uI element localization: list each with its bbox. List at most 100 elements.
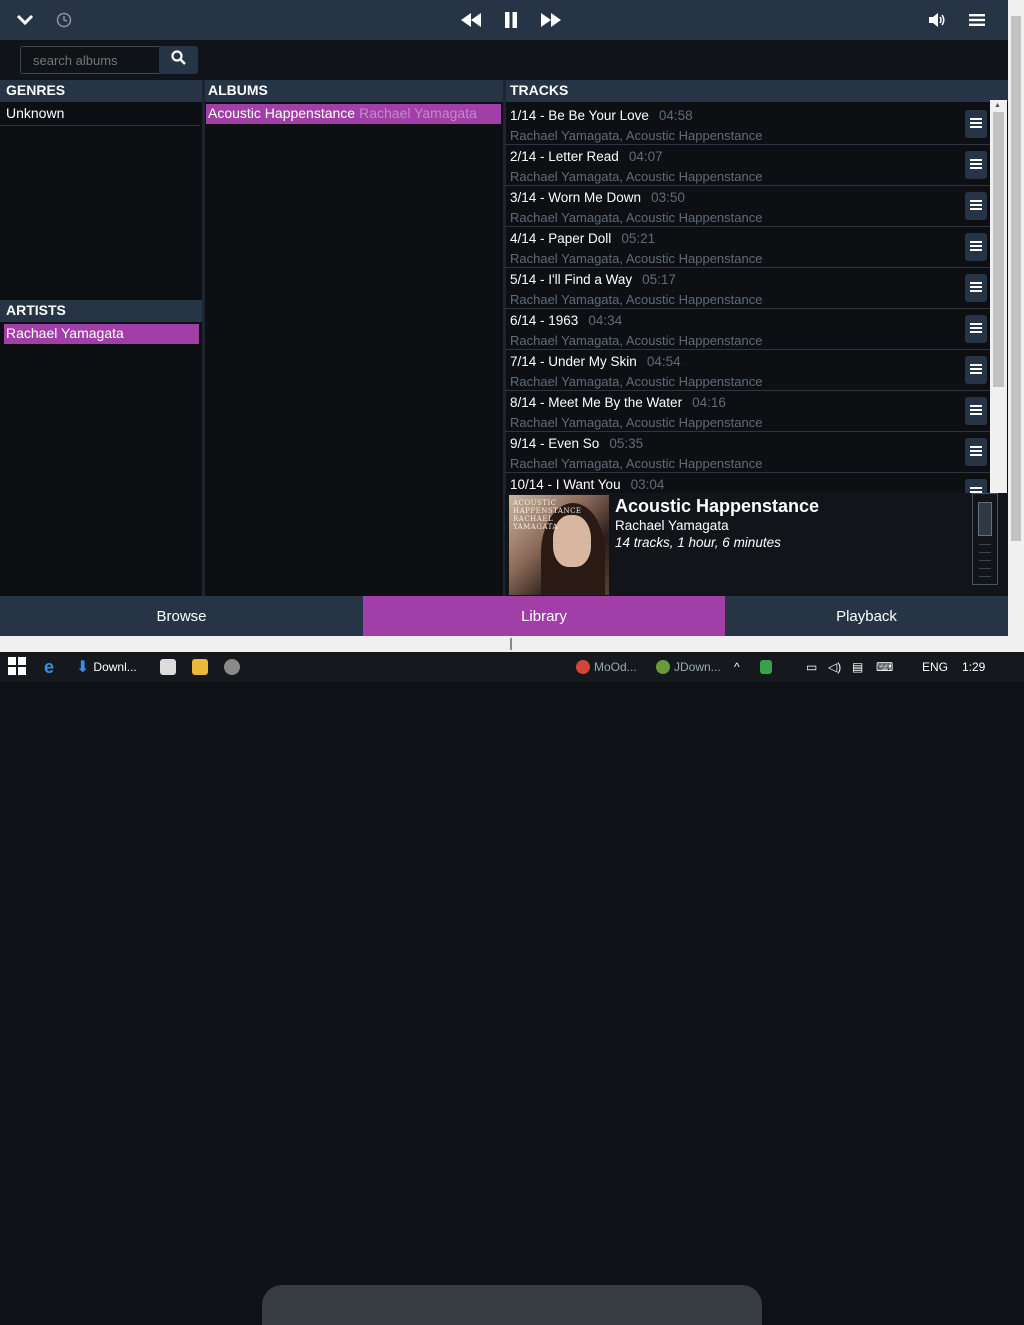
track-row[interactable]: 1/14 - Be Be Your Love 04:58 Rachael Yamag…	[505, 104, 990, 145]
taskbar-chrome-item[interactable]: MoOd...	[576, 652, 637, 682]
track-menu-button[interactable]	[965, 110, 987, 138]
track-subtitle: Rachael Yamagata, Acoustic Happenstance	[510, 169, 763, 184]
track-title: 10/14 - I Want You	[510, 477, 621, 492]
volume-slider-knob[interactable]	[978, 502, 992, 536]
media-icon[interactable]	[192, 652, 208, 682]
track-menu-button[interactable]	[965, 151, 987, 179]
genre-item[interactable]: Unknown	[0, 102, 200, 126]
volume-icon[interactable]	[922, 0, 952, 40]
track-title-line: 10/14 - I Want You 03:04	[510, 477, 664, 492]
language-indicator[interactable]: ENG	[922, 652, 948, 682]
track-title: 6/14 - 1963	[510, 313, 579, 328]
artist-item[interactable]: Rachael Yamagata	[4, 324, 199, 344]
artists-pane: Rachael Yamagata	[0, 322, 202, 596]
track-menu-button[interactable]	[965, 356, 987, 384]
search-input[interactable]	[20, 46, 160, 74]
now-playing-panel: ACOUSTIC HAPPENSTANCE RACHAEL YAMAGATA A…	[505, 493, 1008, 596]
nav-playback[interactable]: Playback	[725, 596, 1008, 636]
speaker-icon[interactable]: ◁)	[828, 652, 841, 682]
track-menu-button[interactable]	[965, 315, 987, 343]
search-button[interactable]	[159, 46, 198, 74]
track-duration: 05:35	[609, 436, 644, 451]
pause-icon[interactable]	[498, 0, 524, 40]
track-row[interactable]: 9/14 - Even So 05:35 Rachael Yamagata, Aco…	[505, 432, 990, 473]
nav-browse[interactable]: Browse	[0, 596, 363, 636]
network-icon[interactable]: ▭	[806, 652, 817, 682]
track-row[interactable]: 10/14 - I Want You 03:04	[505, 473, 990, 493]
page-scrollbar[interactable]	[1008, 0, 1024, 636]
track-menu-button[interactable]	[965, 479, 987, 493]
edge-browser-icon[interactable]: e	[44, 652, 54, 682]
main-menu-icon[interactable]	[962, 0, 992, 40]
chrome-icon	[576, 660, 590, 674]
clock[interactable]: 1:29	[962, 652, 985, 682]
hamburger-icon	[970, 402, 982, 420]
track-title: 5/14 - I'll Find a Way	[510, 272, 633, 287]
album-cover[interactable]: ACOUSTIC HAPPENSTANCE RACHAEL YAMAGATA	[509, 495, 609, 595]
track-row[interactable]: 2/14 - Letter Read 04:07 Rachael Yamagata,…	[505, 145, 990, 186]
hamburger-icon	[970, 484, 982, 493]
history-clock-icon[interactable]	[52, 0, 76, 40]
track-menu-button[interactable]	[965, 274, 987, 302]
page-scroll-thumb[interactable]	[1011, 16, 1021, 541]
track-title: 2/14 - Letter Read	[510, 149, 619, 164]
search-row	[0, 40, 1008, 80]
dock-overlay	[262, 1285, 762, 1325]
now-playing-album: Acoustic Happenstance	[615, 496, 820, 516]
app-icon[interactable]	[224, 652, 240, 682]
next-track-icon[interactable]	[536, 0, 566, 40]
track-row[interactable]: 5/14 - I'll Find a Way 05:17 Rachael Yamag…	[505, 268, 990, 309]
scroll-thumb[interactable]	[993, 112, 1004, 387]
slider-tick	[979, 576, 991, 577]
track-title-line: 3/14 - Worn Me Down 03:50	[510, 190, 685, 205]
track-row[interactable]: 3/14 - Worn Me Down 03:50 Rachael Yamagata…	[505, 186, 990, 227]
nav-library[interactable]: Library	[363, 596, 725, 636]
taskbar-download-item[interactable]: ⬇ Downl...	[76, 652, 137, 682]
album-item[interactable]: Acoustic Happenstance Rachael Yamagata	[206, 104, 501, 124]
volume-slider[interactable]	[972, 493, 998, 585]
track-duration: 04:16	[692, 395, 726, 410]
hamburger-icon	[970, 361, 982, 379]
scroll-up-arrow-icon[interactable]: ▲	[994, 102, 1001, 109]
hamburger-icon	[970, 443, 982, 461]
start-button[interactable]	[8, 652, 26, 682]
keyboard-icon[interactable]: ⌨	[876, 652, 893, 682]
jdownloader-icon	[656, 660, 670, 674]
track-duration: 03:50	[651, 190, 685, 205]
track-row[interactable]: 6/14 - 1963 04:34 Rachael Yamagata, Acoust…	[505, 309, 990, 350]
hamburger-icon	[970, 279, 982, 297]
track-row[interactable]: 7/14 - Under My Skin 04:54 Rachael Yamagat…	[505, 350, 990, 391]
track-menu-button[interactable]	[965, 397, 987, 425]
track-title-line: 9/14 - Even So 05:35	[510, 436, 643, 451]
tray-chevron-icon[interactable]: ^	[734, 652, 740, 682]
taskbar-jdownloader-item[interactable]: JDown...	[656, 652, 721, 682]
genres-pane: Unknown	[0, 102, 202, 300]
track-subtitle: Rachael Yamagata, Acoustic Happenstance	[510, 333, 763, 348]
hamburger-icon	[970, 197, 982, 215]
tracks-scrollbar[interactable]: ▲	[990, 100, 1007, 495]
taskbar-item-label: JDown...	[674, 660, 721, 674]
track-menu-button[interactable]	[965, 233, 987, 261]
hamburger-icon	[970, 115, 982, 133]
track-title: 1/14 - Be Be Your Love	[510, 108, 649, 123]
track-subtitle: Rachael Yamagata, Acoustic Happenstance	[510, 251, 763, 266]
track-subtitle: Rachael Yamagata, Acoustic Happenstance	[510, 415, 763, 430]
slider-tick	[979, 544, 991, 545]
track-title: 3/14 - Worn Me Down	[510, 190, 642, 205]
track-row[interactable]: 4/14 - Paper Doll 05:21 Rachael Yamagata, …	[505, 227, 990, 268]
notification-icon[interactable]: ▤	[852, 652, 863, 682]
previous-track-icon[interactable]	[456, 0, 486, 40]
store-icon[interactable]	[160, 652, 176, 682]
track-duration: 04:34	[588, 313, 623, 328]
tray-app-icon[interactable]	[760, 652, 772, 682]
track-row[interactable]: 8/14 - Meet Me By the Water 04:16 Rachael …	[505, 391, 990, 432]
cover-text: ACOUSTIC HAPPENSTANCE RACHAEL YAMAGATA	[513, 499, 582, 531]
track-duration: 05:17	[642, 272, 676, 287]
search-icon	[171, 50, 186, 70]
download-arrow-icon: ⬇	[76, 659, 90, 676]
track-duration: 03:04	[630, 477, 665, 492]
horizontal-scrollbar[interactable]	[0, 636, 1024, 652]
collapse-chevron-icon[interactable]	[10, 0, 40, 40]
track-menu-button[interactable]	[965, 192, 987, 220]
track-menu-button[interactable]	[965, 438, 987, 466]
